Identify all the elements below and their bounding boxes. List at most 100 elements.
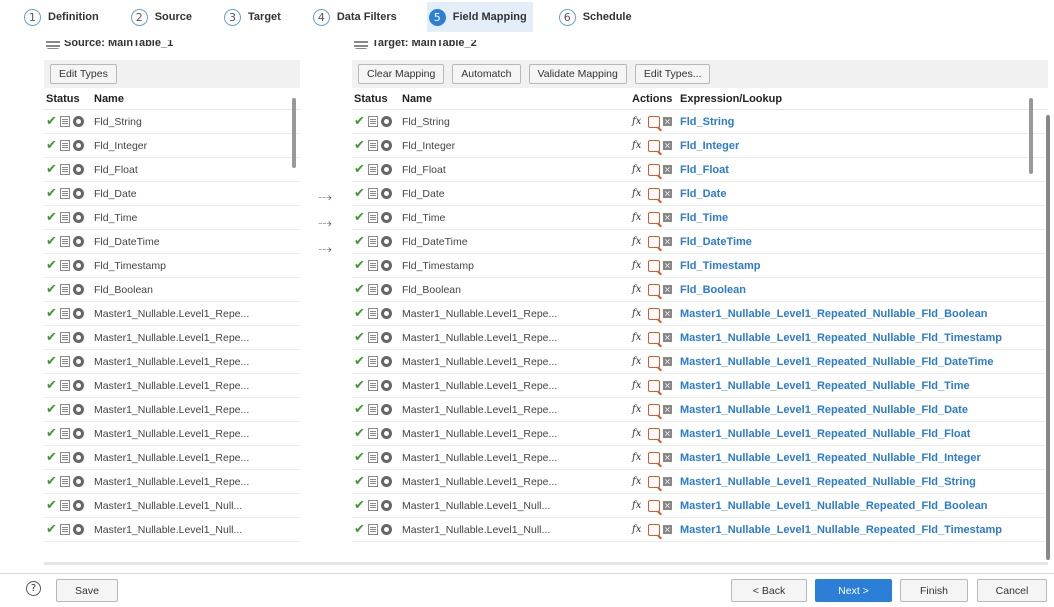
clear-icon[interactable]: × — [663, 261, 672, 270]
expression-link[interactable]: Master1_Nullable_Level1_Repeated_Nullabl… — [680, 308, 988, 320]
fx-icon[interactable]: fx — [632, 164, 646, 175]
document-icon[interactable] — [368, 212, 378, 223]
expression-link[interactable]: Master1_Nullable_Level1_Repeated_Nullabl… — [680, 380, 970, 392]
document-icon[interactable] — [368, 524, 378, 535]
table-row[interactable]: ✔ Master1_Nullable.Level1_Null... — [44, 518, 300, 542]
lookup-icon[interactable] — [648, 499, 660, 512]
gear-icon[interactable] — [381, 212, 392, 223]
table-row[interactable]: ✔ Master1_Nullable.Level1_Repe... — [44, 422, 300, 446]
table-row[interactable]: ✔ Master1_Nullable.Level1_Repe... — [44, 326, 300, 350]
document-icon[interactable] — [368, 356, 378, 367]
clear-mapping-button[interactable]: Clear Mapping — [358, 64, 445, 84]
fx-icon[interactable]: fx — [632, 404, 646, 415]
document-icon[interactable] — [60, 212, 70, 223]
lookup-icon[interactable] — [648, 115, 660, 128]
document-icon[interactable] — [368, 380, 378, 391]
help-icon[interactable]: ? — [26, 581, 41, 596]
document-icon[interactable] — [368, 164, 378, 175]
gear-icon[interactable] — [73, 308, 84, 319]
clear-icon[interactable]: × — [663, 213, 672, 222]
table-row[interactable]: ✔ Master1_Nullable.Level1_Repe... — [44, 302, 300, 326]
table-row[interactable]: ✔ Master1_Nullable.Level1_Repe... — [44, 350, 300, 374]
fx-icon[interactable]: fx — [632, 428, 646, 439]
gear-icon[interactable] — [381, 308, 392, 319]
gear-icon[interactable] — [381, 260, 392, 271]
expression-link[interactable]: Master1_Nullable_Level1_Repeated_Nullabl… — [680, 332, 1002, 344]
fx-icon[interactable]: fx — [632, 380, 646, 391]
table-row[interactable]: ✔ Fld_Float fx × Fld_Float — [352, 158, 1048, 182]
table-row[interactable]: ✔ Fld_String — [44, 110, 300, 134]
step-schedule[interactable]: 6 Schedule — [557, 2, 638, 32]
save-button[interactable]: Save — [56, 579, 118, 602]
gear-icon[interactable] — [381, 116, 392, 127]
table-row[interactable]: ✔ Fld_Integer — [44, 134, 300, 158]
fx-icon[interactable]: fx — [632, 500, 646, 511]
finish-button[interactable]: Finish — [900, 579, 968, 602]
lookup-icon[interactable] — [648, 259, 660, 272]
table-row[interactable]: ✔ Master1_Nullable.Level1_Repe... — [44, 446, 300, 470]
gear-icon[interactable] — [73, 500, 84, 511]
table-row[interactable]: ✔ Fld_Integer fx × Fld_Integer — [352, 134, 1048, 158]
fx-icon[interactable]: fx — [632, 236, 646, 247]
gear-icon[interactable] — [381, 356, 392, 367]
table-row[interactable]: ✔ Master1_Nullable.Level1_Repe... fx × Maste… — [352, 374, 1048, 398]
document-icon[interactable] — [60, 356, 70, 367]
document-icon[interactable] — [368, 476, 378, 487]
fx-icon[interactable]: fx — [632, 524, 646, 535]
edit-types-button[interactable]: Edit Types — [50, 64, 117, 84]
document-icon[interactable] — [368, 500, 378, 511]
gear-icon[interactable] — [381, 236, 392, 247]
step-source[interactable]: 2 Source — [129, 2, 198, 32]
table-row[interactable]: ✔ Master1_Nullable.Level1_Repe... fx × Maste… — [352, 350, 1048, 374]
gear-icon[interactable] — [73, 260, 84, 271]
table-row[interactable]: ✔ Fld_DateTime — [44, 230, 300, 254]
table-row[interactable]: ✔ Fld_Time — [44, 206, 300, 230]
document-icon[interactable] — [368, 308, 378, 319]
clear-icon[interactable]: × — [663, 237, 672, 246]
table-row[interactable]: ✔ Master1_Nullable.Level1_Repe... fx × Maste… — [352, 302, 1048, 326]
clear-icon[interactable]: × — [663, 477, 672, 486]
status-column-header[interactable]: Status — [352, 93, 402, 105]
clear-icon[interactable]: × — [663, 429, 672, 438]
table-row[interactable]: ✔ Fld_String fx × Fld_String — [352, 110, 1048, 134]
next-button[interactable]: Next > — [815, 579, 892, 602]
lookup-icon[interactable] — [648, 403, 660, 416]
fx-icon[interactable]: fx — [632, 452, 646, 463]
gear-icon[interactable] — [73, 236, 84, 247]
gear-icon[interactable] — [381, 380, 392, 391]
gear-icon[interactable] — [73, 524, 84, 535]
document-icon[interactable] — [368, 236, 378, 247]
expression-link[interactable]: Master1_Nullable_Level1_Repeated_Nullabl… — [680, 356, 993, 368]
table-row[interactable]: ✔ Fld_Time fx × Fld_Time — [352, 206, 1048, 230]
expression-link[interactable]: Fld_String — [680, 116, 734, 128]
document-icon[interactable] — [60, 380, 70, 391]
document-icon[interactable] — [60, 404, 70, 415]
cancel-button[interactable]: Cancel — [977, 579, 1047, 602]
table-row[interactable]: ✔ Master1_Nullable.Level1_Repe... fx × Maste… — [352, 398, 1048, 422]
automatch-button[interactable]: Automatch — [452, 64, 521, 84]
lookup-icon[interactable] — [648, 355, 660, 368]
document-icon[interactable] — [60, 236, 70, 247]
table-row[interactable]: ✔ Fld_Timestamp — [44, 254, 300, 278]
expression-link[interactable]: Fld_DateTime — [680, 236, 752, 248]
fx-icon[interactable]: fx — [632, 260, 646, 271]
table-row[interactable]: ✔ Master1_Nullable.Level1_Repe... fx × Maste… — [352, 446, 1048, 470]
document-icon[interactable] — [60, 260, 70, 271]
document-icon[interactable] — [368, 428, 378, 439]
lookup-icon[interactable] — [648, 379, 660, 392]
clear-icon[interactable]: × — [663, 285, 672, 294]
gear-icon[interactable] — [73, 164, 84, 175]
expression-link[interactable]: Master1_Nullable_Level1_Repeated_Nullabl… — [680, 476, 976, 488]
expression-link[interactable]: Master1_Nullable_Level1_Nullable_Repeate… — [680, 524, 1002, 536]
lookup-icon[interactable] — [648, 451, 660, 464]
back-button[interactable]: < Back — [731, 579, 807, 602]
lookup-icon[interactable] — [648, 307, 660, 320]
step-definition[interactable]: 1 Definition — [22, 2, 105, 32]
gear-icon[interactable] — [381, 164, 392, 175]
expression-link[interactable]: Fld_Integer — [680, 140, 739, 152]
table-row[interactable]: ✔ Master1_Nullable.Level1_Repe... fx × Maste… — [352, 326, 1048, 350]
edit-types-button[interactable]: Edit Types... — [634, 64, 711, 84]
gear-icon[interactable] — [381, 284, 392, 295]
step-target[interactable]: 3 Target — [222, 2, 287, 32]
gear-icon[interactable] — [381, 524, 392, 535]
